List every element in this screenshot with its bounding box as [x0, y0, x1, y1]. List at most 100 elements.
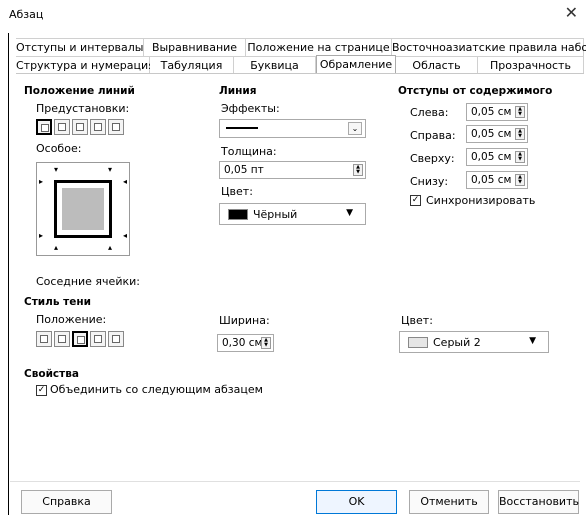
padding-right-value: 0,05 см — [471, 128, 512, 140]
properties-title: Свойства — [24, 368, 79, 380]
tab-transparency[interactable]: Прозрачность — [478, 56, 584, 74]
padding-top-label: Сверху: — [410, 152, 455, 165]
merge-paragraph-label: Объединить со следующим абзацем — [50, 383, 263, 396]
spin-down-icon: ▼ — [264, 342, 268, 348]
shadow-none-button[interactable] — [36, 331, 52, 347]
shadow-none-icon — [40, 335, 48, 343]
line-color-value: Чёрный — [253, 208, 298, 221]
merge-paragraph-checkbox[interactable]: ✓ — [36, 385, 47, 396]
preset-left-right-icon — [112, 123, 120, 131]
tab-asian-typography[interactable]: Восточноазиатские правила набора — [392, 38, 586, 56]
padding-bottom-value: 0,05 см — [471, 174, 512, 186]
tab-drop-caps[interactable]: Буквица — [234, 56, 316, 74]
adjacent-cells-label: Соседние ячейки: — [36, 275, 140, 288]
corner-mark-icon: ▴ — [107, 243, 112, 252]
spin-down-icon: ▼ — [356, 169, 360, 175]
shadow-bottom-left-button[interactable] — [90, 331, 106, 347]
ok-button[interactable]: OK — [316, 490, 397, 514]
reset-button[interactable]: Восстановить — [498, 490, 579, 514]
spin-buttons[interactable]: ▲ ▼ — [515, 174, 525, 186]
close-icon[interactable]: ✕ — [565, 5, 578, 21]
synchronize-checkbox[interactable]: ✓ — [410, 195, 421, 206]
window-title: Абзац — [9, 8, 44, 21]
thickness-spinner[interactable]: 0,05 пт ▲ ▼ — [219, 161, 366, 179]
shadow-color-value: Серый 2 — [433, 336, 481, 349]
presets-label: Предустановки: — [36, 102, 130, 115]
shadow-top-right-button[interactable] — [72, 331, 88, 347]
shadow-bottom-right-button[interactable] — [54, 331, 70, 347]
shadow-bottom-left-icon — [94, 335, 102, 343]
line-color-dropdown[interactable]: Чёрный ▼ — [219, 203, 366, 225]
preset-outer-button[interactable] — [54, 119, 70, 135]
preset-none-button[interactable] — [36, 119, 52, 135]
spin-buttons[interactable]: ▲ ▼ — [515, 128, 525, 140]
line-arrangement-title: Положение линий — [24, 85, 135, 97]
spin-down-icon: ▼ — [518, 111, 522, 117]
line-style-select[interactable]: ⌄ — [219, 119, 366, 138]
padding-title: Отступы от содержимого — [398, 85, 553, 97]
tab-outline-numbering[interactable]: Структура и нумерация — [16, 56, 155, 74]
shadow-position-row — [36, 331, 124, 347]
shadow-position-label: Положение: — [36, 313, 107, 326]
tab-area[interactable]: Область — [396, 56, 478, 74]
padding-bottom-spinner[interactable]: 0,05 см ▲ ▼ — [466, 171, 528, 189]
tab-divider — [16, 73, 584, 74]
shadow-top-left-icon — [112, 335, 120, 343]
spin-down-icon: ▼ — [518, 133, 522, 139]
padding-bottom-label: Снизу: — [410, 175, 449, 188]
shadow-color-label: Цвет: — [401, 314, 433, 327]
shadow-bottom-right-icon — [58, 335, 66, 343]
tab-text-flow[interactable]: Положение на странице — [246, 38, 392, 56]
preset-outer-all-icon — [94, 123, 102, 131]
thickness-value: 0,05 пт — [224, 164, 264, 176]
spin-buttons[interactable]: ▲ ▼ — [353, 164, 363, 176]
tab-borders[interactable]: Обрамление — [316, 55, 396, 74]
button-divider — [10, 481, 580, 482]
border-preview[interactable]: ▸ ▾ ▾ ◂ ▸ ▴ ▴ ◂ — [36, 162, 130, 256]
padding-left-spinner[interactable]: 0,05 см ▲ ▼ — [466, 103, 528, 121]
custom-label: Особое: — [36, 142, 82, 155]
padding-right-spinner[interactable]: 0,05 см ▲ ▼ — [466, 125, 528, 143]
shadow-width-label: Ширина: — [219, 314, 270, 327]
tab-indents-spacing[interactable]: Отступы и интервалы — [16, 38, 144, 56]
shadow-top-right-icon — [77, 336, 85, 344]
spin-down-icon: ▼ — [518, 179, 522, 185]
preset-none-icon — [41, 124, 49, 132]
padding-left-label: Слева: — [410, 106, 449, 119]
paragraph-dialog: Абзац ✕ Отступы и интервалы Выравнивание… — [0, 0, 586, 523]
dropdown-arrow-icon: ▼ — [346, 208, 353, 218]
preset-left-right-button[interactable] — [108, 119, 124, 135]
padding-left-value: 0,05 см — [471, 106, 512, 118]
synchronize-label: Синхронизировать — [426, 194, 536, 207]
corner-mark-icon: ▴ — [54, 243, 59, 252]
title-bar: Абзац ✕ — [0, 0, 586, 30]
corner-mark-icon: ◂ — [122, 177, 127, 186]
corner-mark-icon: ▾ — [54, 165, 59, 174]
dropdown-arrow-icon: ▼ — [529, 336, 536, 346]
corner-mark-icon: ◂ — [122, 231, 127, 240]
spin-buttons[interactable]: ▲ ▼ — [261, 337, 271, 349]
line-title: Линия — [219, 85, 257, 97]
shadow-color-dropdown[interactable]: Серый 2 ▼ — [399, 331, 549, 353]
shadow-width-spinner[interactable]: 0,30 см ▲ ▼ — [217, 334, 274, 352]
preset-outer-icon — [58, 123, 66, 131]
effects-label: Эффекты: — [221, 102, 280, 115]
cancel-button[interactable]: Отменить — [409, 490, 489, 514]
tab-alignment[interactable]: Выравнивание — [144, 38, 246, 56]
tab-tabs[interactable]: Табуляция — [150, 56, 234, 74]
shadow-width-value: 0,30 см — [222, 337, 263, 349]
spin-buttons[interactable]: ▲ ▼ — [515, 151, 525, 163]
spin-buttons[interactable]: ▲ ▼ — [515, 106, 525, 118]
preset-outer-horizontal-button[interactable] — [72, 119, 88, 135]
line-color-label: Цвет: — [221, 185, 253, 198]
shadow-top-left-button[interactable] — [108, 331, 124, 347]
padding-top-spinner[interactable]: 0,05 см ▲ ▼ — [466, 148, 528, 166]
preset-outer-horizontal-icon — [76, 123, 84, 131]
border-frame — [54, 180, 112, 238]
padding-right-label: Справа: — [410, 129, 456, 142]
padding-top-value: 0,05 см — [471, 151, 512, 163]
corner-mark-icon: ▾ — [107, 165, 112, 174]
help-button[interactable]: Справка — [21, 490, 112, 514]
preset-outer-all-button[interactable] — [90, 119, 106, 135]
spin-down-icon: ▼ — [518, 156, 522, 162]
